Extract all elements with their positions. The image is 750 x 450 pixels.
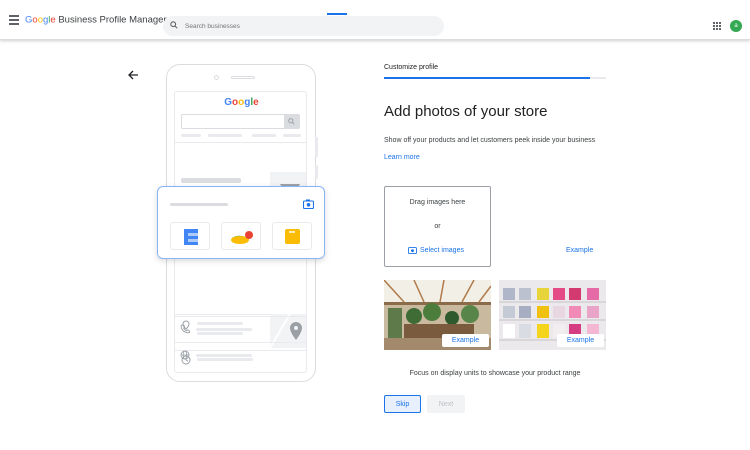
image-drop-zone[interactable]: Drag images here or Select images [384, 186, 491, 267]
page-description: Show off your products and let customers… [384, 137, 596, 144]
search-icon [170, 21, 178, 29]
photo-tip-caption: Focus on display units to showcase your … [409, 370, 581, 377]
photo-tile-produce [221, 222, 261, 250]
phone-call-icon [180, 324, 190, 334]
progress-bar [384, 77, 606, 79]
mock-text-bar [197, 332, 243, 335]
mock-text-bar [197, 358, 253, 361]
search-bar[interactable] [163, 16, 444, 36]
example-badge[interactable]: Example [557, 334, 604, 347]
add-photo-icon [303, 199, 314, 209]
progress-fill [384, 77, 591, 79]
skip-button[interactable]: Skip [384, 395, 421, 413]
divider [174, 316, 307, 317]
photo-tile-storefront [170, 222, 210, 250]
phone-side-button [315, 137, 318, 157]
divider [175, 142, 306, 143]
example-photo-shelves: Example [499, 280, 606, 350]
select-images-label: Select images [420, 247, 464, 254]
mock-search-button [284, 115, 299, 128]
app-title[interactable]: Google Business Profile Manager [25, 15, 167, 26]
select-images-button[interactable]: Select images [408, 246, 464, 255]
example-photo-store: Example [384, 280, 491, 350]
mock-tab-bar [283, 134, 301, 137]
top-app-bar: Google Business Profile Manager a [0, 0, 750, 40]
example-link[interactable]: Example [566, 247, 593, 254]
mock-tab-bar [252, 134, 276, 137]
page-title: Add photos of your store [384, 103, 548, 120]
avatar[interactable]: a [730, 20, 742, 32]
apps-grid-icon[interactable] [713, 22, 721, 30]
photo-tile-product [272, 222, 312, 250]
mock-text-bar [197, 322, 243, 325]
google-logo: Google [25, 14, 56, 26]
mock-text-bar [196, 328, 252, 331]
divider [174, 342, 307, 343]
storefront-icon [184, 229, 198, 245]
mock-tab-bar [181, 134, 201, 137]
globe-icon [180, 350, 190, 360]
phone-side-button [315, 165, 318, 179]
mock-search-box [181, 114, 300, 129]
mock-title-bar [170, 203, 228, 206]
next-button[interactable]: Next [427, 395, 465, 413]
step-label: Customize profile [384, 64, 439, 71]
mock-google-logo: Google [224, 97, 259, 108]
mock-text-bar [196, 354, 252, 357]
phone-speaker [231, 76, 255, 79]
drop-zone-label: Drag images here [409, 199, 466, 206]
product-name: Business Profile Manager [58, 14, 167, 26]
back-arrow-icon[interactable] [127, 69, 139, 81]
mock-title-bar [181, 178, 241, 183]
example-badge[interactable]: Example [442, 334, 489, 347]
active-indicator [327, 13, 347, 15]
mock-tab-bar [208, 134, 242, 137]
product-icon [285, 229, 300, 244]
add-photo-icon [408, 247, 417, 255]
learn-more-link[interactable]: Learn more [384, 154, 420, 161]
search-input[interactable] [185, 16, 435, 36]
menu-icon[interactable] [9, 15, 19, 25]
search-icon [288, 118, 295, 125]
phone-camera [214, 75, 219, 80]
divider [175, 350, 306, 351]
or-label: or [434, 223, 441, 230]
photos-highlight-card [157, 186, 325, 259]
produce-icon [231, 231, 253, 244]
